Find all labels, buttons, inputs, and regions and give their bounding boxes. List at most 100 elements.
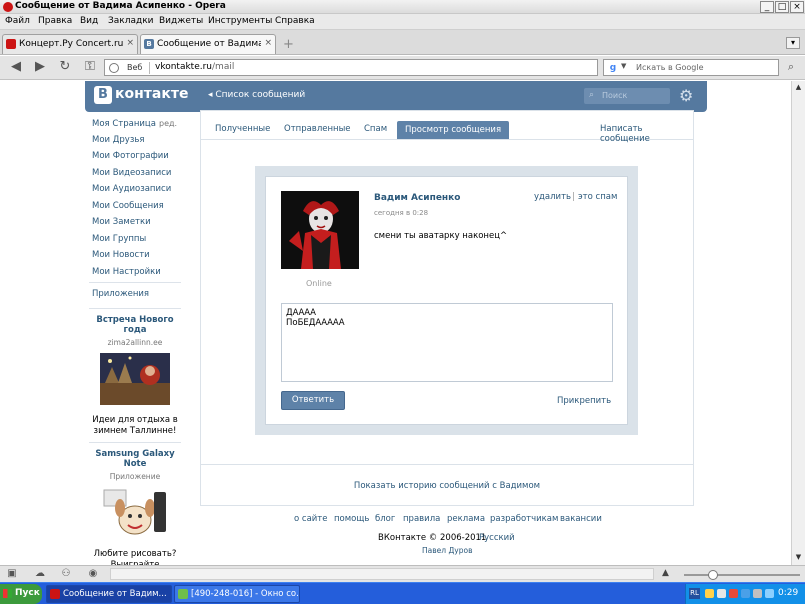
tab-sent[interactable]: Отправленные xyxy=(284,124,351,134)
sidebar-item-notes[interactable]: Мои Заметки xyxy=(92,217,151,227)
tab-close-icon[interactable]: × xyxy=(126,38,134,48)
sidebar-item-groups[interactable]: Мои Группы xyxy=(92,234,146,244)
system-tray: RL 0:29 xyxy=(685,584,805,604)
scroll-up-icon[interactable]: ▲ xyxy=(792,81,805,94)
menu-help[interactable]: Справка xyxy=(275,16,315,26)
sidebar-item-my-page[interactable]: Моя Страница xyxy=(92,119,156,129)
sidebar-item-videos[interactable]: Мои Видеозаписи xyxy=(92,168,171,178)
language-link[interactable]: Русский xyxy=(479,533,515,543)
attach-link[interactable]: Прикрепить xyxy=(557,396,611,406)
reply-button[interactable]: Ответить xyxy=(281,391,345,410)
sidebar-edit-link[interactable]: ред. xyxy=(159,119,177,128)
turbo-icon[interactable]: ◉ xyxy=(87,568,99,580)
volume-icon[interactable] xyxy=(753,589,762,598)
reply-textarea[interactable]: ДАААА ПоБЕДААААА xyxy=(281,303,613,382)
ad-title[interactable]: Встреча Нового года xyxy=(89,315,181,335)
sidebar-item-photos[interactable]: Мои Фотографии xyxy=(92,151,169,161)
footer-link-ads[interactable]: реклама xyxy=(447,514,485,524)
sender-name[interactable]: Вадим Асипенко xyxy=(374,193,460,203)
tab-close-icon[interactable]: × xyxy=(264,38,272,48)
sidebar-item-news[interactable]: Мои Новости xyxy=(92,250,150,260)
address-field[interactable]: Веб vkontakte.ru/mail xyxy=(104,59,598,76)
ad-image[interactable] xyxy=(100,353,170,405)
start-label: Пуск xyxy=(15,588,40,598)
vk-search-input[interactable]: ⌕ Поиск xyxy=(584,88,670,104)
vk-logo-icon[interactable]: B xyxy=(94,86,112,104)
tab-menu-icon[interactable]: ▾ xyxy=(786,37,800,49)
view-toggle-icon[interactable]: ▲ xyxy=(662,568,669,578)
tab-message[interactable]: B Сообщение от Вадима ... × xyxy=(140,34,276,54)
back-arrow-icon[interactable]: ◀ xyxy=(8,58,24,76)
close-button[interactable]: × xyxy=(790,1,804,13)
taskbar-item-label: Сообщение от Вадим... xyxy=(63,589,167,599)
search-icon[interactable]: ⌕ xyxy=(783,58,799,76)
tab-received[interactable]: Полученные xyxy=(215,124,270,134)
footer-link-jobs[interactable]: вакансии xyxy=(560,514,602,524)
update-icon[interactable] xyxy=(765,589,774,598)
tab-spam[interactable]: Спам xyxy=(364,124,387,134)
opera-tray-icon[interactable] xyxy=(729,589,738,598)
sidebar-item-audio[interactable]: Мои Аудиозаписи xyxy=(92,184,171,194)
sidebar-item-messages[interactable]: Мои Сообщения xyxy=(92,201,164,211)
sidebar-item-settings[interactable]: Мои Настройки xyxy=(92,267,161,277)
ad-title[interactable]: Samsung Galaxy Note xyxy=(89,449,181,469)
google-icon[interactable]: g xyxy=(607,62,619,74)
vk-logo-text[interactable]: контакте xyxy=(115,86,188,102)
search-input[interactable]: g ▼ Искать в Google xyxy=(603,59,779,76)
menu-file[interactable]: Файл xyxy=(5,16,30,26)
forward-arrow-icon[interactable]: ▶ xyxy=(32,58,48,76)
action-separator: | xyxy=(572,192,575,202)
cloud-icon[interactable]: ☁ xyxy=(34,568,46,580)
sidebar-divider xyxy=(89,442,181,443)
footer-link-help[interactable]: помощь xyxy=(334,514,369,524)
messenger-icon[interactable] xyxy=(741,589,750,598)
reload-icon[interactable]: ↻ xyxy=(57,58,73,76)
menu-widgets[interactable]: Виджеты xyxy=(159,16,203,26)
delete-link[interactable]: удалить xyxy=(534,192,571,202)
avatar[interactable] xyxy=(281,191,359,269)
menu-view[interactable]: Вид xyxy=(80,16,98,26)
network-icon[interactable] xyxy=(717,589,726,598)
menu-tools[interactable]: Инструменты xyxy=(208,16,272,26)
footer-link-developers[interactable]: разработчикам xyxy=(490,514,558,524)
gear-icon[interactable]: ⚙ xyxy=(679,86,693,105)
new-tab-icon[interactable]: + xyxy=(283,37,294,52)
ad-image[interactable] xyxy=(100,486,170,540)
scroll-down-icon[interactable]: ▼ xyxy=(792,551,805,564)
sidebar-item-friends[interactable]: Мои Друзья xyxy=(92,135,144,145)
window-icon xyxy=(178,589,188,599)
footer-link-rules[interactable]: правила xyxy=(403,514,440,524)
write-message-link[interactable]: Написать сообщение xyxy=(600,124,694,144)
zoom-slider-thumb[interactable] xyxy=(708,570,718,580)
vertical-scrollbar[interactable]: ▲ ▼ xyxy=(791,81,805,565)
message-history-link[interactable]: Показать историю сообщений с Вадимом xyxy=(200,481,694,491)
start-button[interactable]: Пуск xyxy=(0,584,42,604)
unite-icon[interactable]: ⚇ xyxy=(60,568,72,580)
status-bar: ▣ ☁ ⚇ ◉ ▲ xyxy=(0,565,805,582)
zoom-slider[interactable] xyxy=(684,574,800,576)
panel-icon[interactable]: ▣ xyxy=(6,568,18,580)
maximize-button[interactable]: □ xyxy=(775,1,789,13)
messages-list-link[interactable]: ◂ Список сообщений xyxy=(208,90,305,100)
menu-edit[interactable]: Правка xyxy=(38,16,72,26)
tab-view-message[interactable]: Просмотр сообщения xyxy=(397,121,510,139)
sidebar-item-apps[interactable]: Приложения xyxy=(92,289,149,299)
taskbar-item-teamviewer[interactable]: [490-248-016] - Окно со... xyxy=(174,585,300,603)
message-text: смени ты аватарку наконец^ xyxy=(374,231,508,241)
taskbar-item-label: [490-248-016] - Окно со... xyxy=(191,589,299,599)
language-indicator[interactable]: RL xyxy=(689,588,700,599)
tab-concert[interactable]: Концерт.Ру Concert.ru ... × xyxy=(2,34,138,54)
folder-icon[interactable] xyxy=(705,589,714,598)
horizontal-scrollbar[interactable] xyxy=(110,568,654,580)
author-link[interactable]: Павел Дуров xyxy=(422,546,473,555)
menu-bookmarks[interactable]: Закладки xyxy=(108,16,154,26)
footer-link-about[interactable]: о сайте xyxy=(294,514,328,524)
chevron-down-icon[interactable]: ▼ xyxy=(621,62,626,70)
minimize-button[interactable]: _ xyxy=(760,1,774,13)
taskbar-item-opera[interactable]: Сообщение от Вадим... xyxy=(46,585,172,603)
mail-tabs: Полученные Отправленные Спам Просмотр со… xyxy=(200,121,694,144)
footer-link-blog[interactable]: блог xyxy=(375,514,395,524)
address-url[interactable]: vkontakte.ru/mail xyxy=(155,62,234,72)
mark-spam-link[interactable]: это спам xyxy=(578,192,617,202)
wand-key-icon[interactable]: ⚿ xyxy=(82,58,98,76)
